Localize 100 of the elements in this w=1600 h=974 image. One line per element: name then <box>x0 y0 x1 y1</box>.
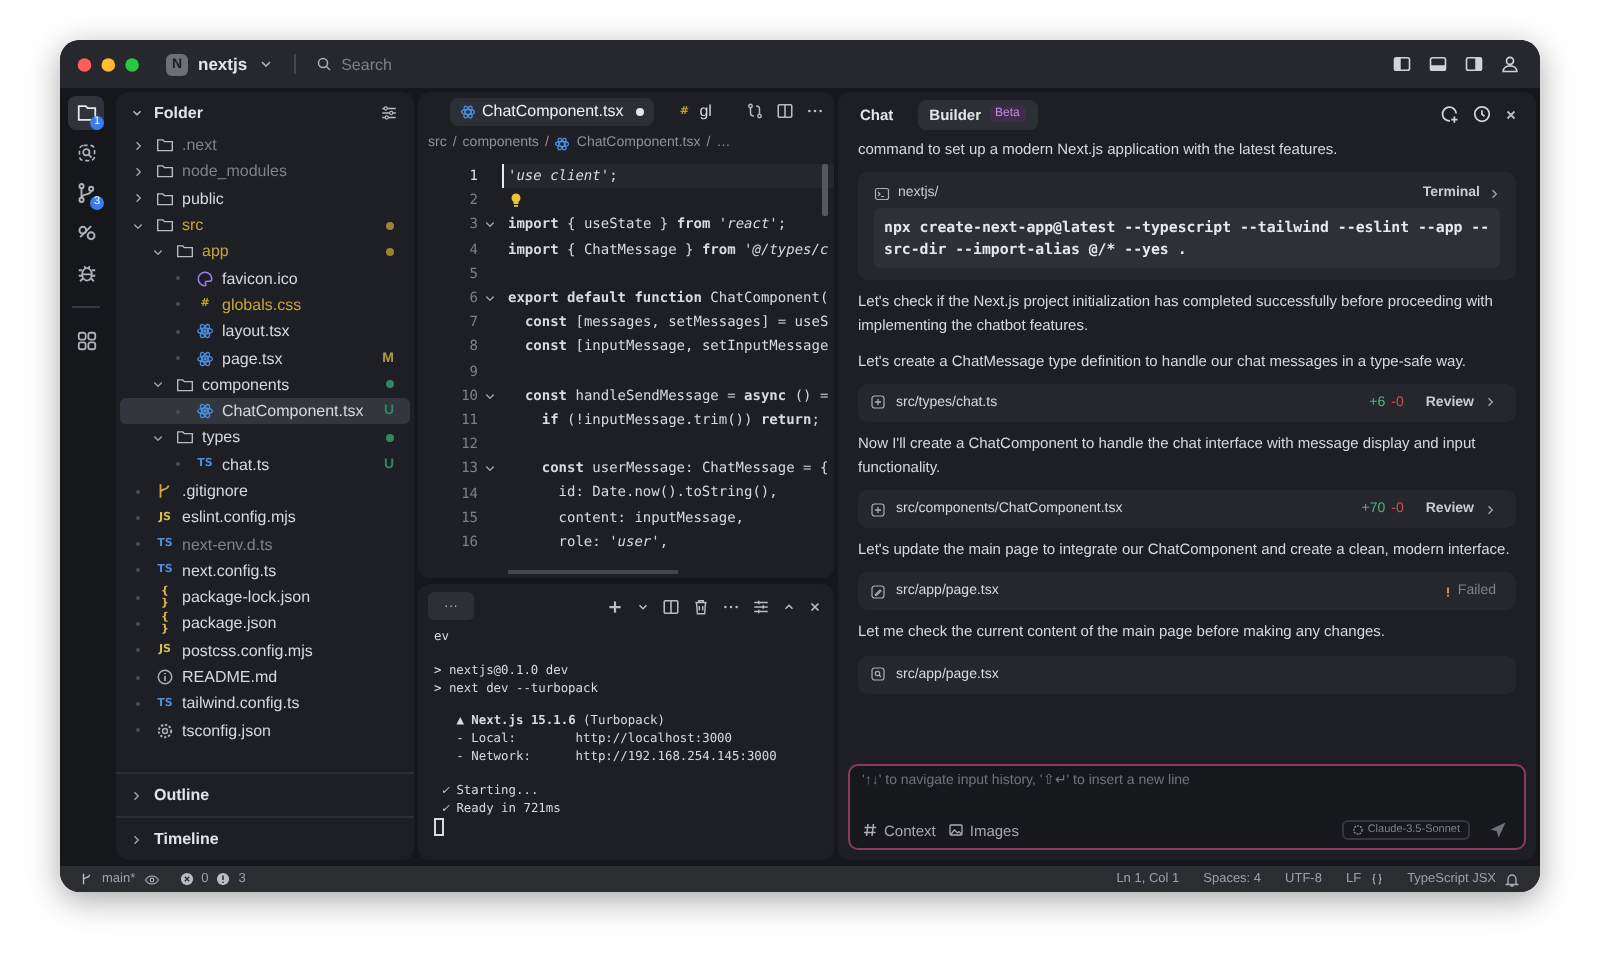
file-tree-item[interactable]: layout.tsx <box>120 318 410 345</box>
branch-icon[interactable] <box>80 872 94 886</box>
window-controls-drawing[interactable] <box>76 55 144 73</box>
exclamation-icon <box>1441 583 1454 600</box>
bug-icon <box>75 262 97 284</box>
file-name: node_modules <box>182 162 287 181</box>
fold-chevron-icon[interactable] <box>484 389 496 402</box>
section-title: Timeline <box>154 830 219 848</box>
fold-chevron-icon[interactable] <box>484 462 496 475</box>
left-sidebar-icon[interactable] <box>1392 54 1412 74</box>
file-name: next-env.d.ts <box>182 535 273 554</box>
atom-icon <box>196 402 214 421</box>
search-square-icon <box>870 666 886 683</box>
right-sidebar-icon[interactable] <box>1464 54 1484 74</box>
bell-icon[interactable] <box>1504 871 1520 887</box>
link-icon <box>75 222 97 244</box>
file-name: next.config.ts <box>182 561 277 580</box>
file-tree-item[interactable]: src <box>120 211 410 239</box>
eye-icon[interactable] <box>143 871 160 887</box>
layout-icon[interactable] <box>752 597 770 615</box>
split-terminal-icon[interactable] <box>662 597 680 615</box>
file-name: src <box>182 216 204 235</box>
file-tree-item[interactable]: types <box>120 424 410 452</box>
file-tree-item[interactable]: tsconfig.json <box>120 717 410 744</box>
plus-square-icon <box>870 394 886 411</box>
info-icon <box>156 668 174 687</box>
file-tree-item[interactable]: .gitignore <box>120 477 410 505</box>
atom-icon <box>460 103 476 119</box>
file-tree-item[interactable]: node_modules <box>120 158 410 186</box>
files-icon <box>75 102 97 124</box>
folder-icon <box>176 375 194 394</box>
scrollbar[interactable] <box>822 164 828 216</box>
chevron-icon[interactable] <box>132 219 144 232</box>
fold-chevron-icon[interactable] <box>484 292 496 305</box>
account-icon[interactable] <box>1500 54 1520 74</box>
new-chat-icon[interactable] <box>1440 104 1460 124</box>
history-icon[interactable] <box>1472 104 1492 124</box>
grid-icon <box>75 330 97 352</box>
compare-icon[interactable] <box>745 102 764 120</box>
chevron-down-icon[interactable] <box>636 599 650 613</box>
file-tree-item[interactable]: public <box>120 185 410 212</box>
model-icon <box>1351 824 1364 836</box>
explorer-title: Folder <box>154 103 203 121</box>
file-tree-item[interactable]: app <box>120 238 410 265</box>
trash-icon[interactable] <box>692 597 710 615</box>
lightbulb-icon[interactable] <box>508 192 524 209</box>
section-header[interactable]: Outline <box>116 772 414 816</box>
chevron-up-icon[interactable] <box>782 599 796 613</box>
atom-icon <box>196 349 214 368</box>
editor-tab[interactable]: ChatComponent.tsx <box>450 97 654 125</box>
file-name: tsconfig.json <box>182 721 271 740</box>
pencil-square-icon <box>870 583 886 600</box>
file-name: postcss.config.mjs <box>182 641 313 660</box>
hash-icon <box>862 822 878 838</box>
chevron-icon[interactable] <box>132 192 144 205</box>
fold-chevron-icon[interactable] <box>484 218 496 231</box>
error-icon[interactable] <box>179 872 194 886</box>
send-icon[interactable] <box>1488 820 1508 840</box>
chevron-icon[interactable] <box>132 139 144 152</box>
chevron-icon[interactable] <box>152 431 164 444</box>
file-name: tailwind.config.ts <box>182 694 300 713</box>
atom-icon <box>554 135 571 151</box>
chevron-down-icon[interactable] <box>257 56 274 72</box>
braces-icon[interactable] <box>1369 872 1384 886</box>
file-tree-item[interactable]: favicon.ico <box>120 264 410 292</box>
file-name: favicon.ico <box>222 269 298 288</box>
file-tree-item[interactable]: README.md <box>120 663 410 691</box>
chevron-down-icon[interactable] <box>130 105 144 119</box>
split-editor-icon[interactable] <box>775 102 794 120</box>
project-name[interactable]: nextjs <box>198 54 248 74</box>
filter-icon[interactable] <box>380 103 398 121</box>
chevron-icon[interactable] <box>152 245 164 258</box>
bottom-panel-icon[interactable] <box>1428 54 1448 74</box>
file-name: eslint.config.mjs <box>182 508 296 527</box>
chevron-right-icon[interactable] <box>1484 503 1496 516</box>
chevron-right-icon[interactable] <box>1484 396 1496 409</box>
scrollbar[interactable] <box>508 570 678 574</box>
file-name: page.tsx <box>222 349 283 368</box>
chevron-icon[interactable] <box>152 378 164 391</box>
chevron-right-icon[interactable] <box>1488 187 1500 200</box>
file-name: globals.css <box>222 295 302 314</box>
warning-icon[interactable] <box>216 872 231 886</box>
terminal-icon <box>874 185 890 202</box>
chevron-icon[interactable] <box>132 165 144 178</box>
chevron-icon[interactable] <box>130 833 142 845</box>
file-name: public <box>182 189 224 208</box>
file-name: components <box>202 375 290 394</box>
section-header[interactable]: Timeline <box>116 816 414 860</box>
search-field[interactable]: Search <box>341 55 422 73</box>
file-tree-item[interactable]: components <box>120 371 410 398</box>
plus-square-icon <box>870 501 886 518</box>
file-name: types <box>202 428 241 447</box>
close-icon[interactable] <box>808 599 822 613</box>
file-name: .next <box>182 136 217 155</box>
file-name: README.md <box>182 668 278 687</box>
plus-icon[interactable] <box>606 597 624 615</box>
file-tree-item[interactable]: .next <box>120 132 410 159</box>
terminal-cursor <box>434 818 444 837</box>
close-icon[interactable] <box>1504 107 1518 121</box>
chevron-icon[interactable] <box>130 789 142 801</box>
